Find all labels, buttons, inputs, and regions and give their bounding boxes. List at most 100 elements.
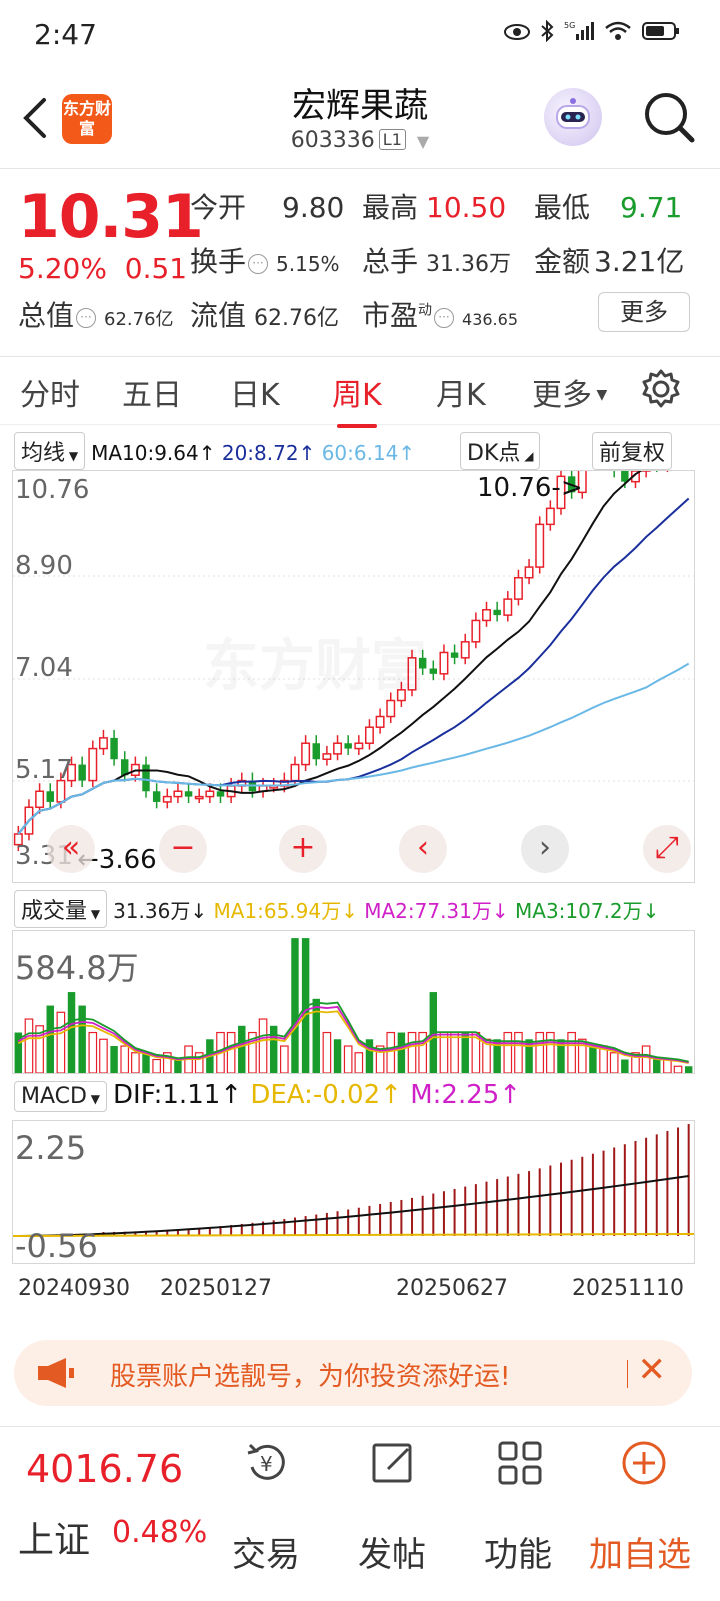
candle-body	[162, 795, 172, 803]
y-label: 7.04	[15, 653, 73, 683]
candle-body	[98, 737, 108, 750]
scroll-right-button[interactable]: ›	[521, 825, 569, 873]
volume-bar	[439, 1031, 449, 1073]
fullscreen-icon[interactable]: ⤢	[643, 825, 691, 873]
zoom-in-button[interactable]: +	[279, 825, 327, 873]
volume-bar	[514, 1031, 523, 1073]
volume-bar	[142, 1052, 150, 1073]
vol-ma1: MA1:65.94万↓	[213, 899, 358, 923]
y-label-top: 10.76	[15, 475, 90, 505]
volume-bar	[535, 1031, 545, 1073]
edit-icon[interactable]	[370, 1439, 414, 1483]
zoom-out-button[interactable]: −	[159, 825, 207, 873]
add-watchlist-button[interactable]: 加自选	[580, 1527, 700, 1576]
candle-body	[493, 609, 501, 616]
volume-bar	[567, 1031, 576, 1073]
y-label: 8.90	[15, 551, 73, 581]
stock-code-row[interactable]: 603336 L1 ▼	[0, 128, 720, 153]
candle-body	[386, 699, 396, 718]
search-icon[interactable]	[640, 88, 700, 148]
low-stat: 最低 9.71	[534, 191, 683, 224]
tab-weekly-k[interactable]: 周K	[332, 370, 382, 428]
candle-body	[429, 668, 438, 674]
index-change[interactable]: 0.48%	[112, 1515, 207, 1550]
macd-chart[interactable]: 2.25 -0.56	[12, 1120, 695, 1265]
index-value[interactable]: 4016.76	[26, 1447, 183, 1491]
dk-selector[interactable]: DK点 ◢	[460, 432, 546, 470]
candle-body	[535, 523, 545, 568]
plus-circle-icon[interactable]	[620, 1439, 666, 1485]
post-button[interactable]: 发帖	[332, 1527, 452, 1576]
gear-icon[interactable]	[640, 368, 682, 414]
volume-bar	[609, 1052, 619, 1073]
function-button[interactable]: 功能	[458, 1527, 578, 1576]
candle-body	[322, 753, 332, 760]
candle-body	[152, 791, 161, 802]
macd-legend: MACD ▼ DIF:1.11↑ DEA:-0.02↑ M:2.25↑	[14, 1080, 521, 1112]
volume-bar	[56, 1011, 66, 1073]
candle-body	[439, 651, 449, 675]
tab-intraday[interactable]: 分时	[20, 370, 80, 414]
candle-body	[621, 471, 629, 482]
candle-body	[524, 566, 534, 579]
mktcap-stat: 总值 ··· 62.76亿	[18, 299, 174, 332]
volume-bar	[291, 938, 299, 1073]
stock-name: 宏辉果蔬	[292, 86, 428, 126]
volume-bar	[641, 1045, 651, 1073]
macd-selector[interactable]: MACD ▼	[14, 1081, 107, 1112]
volume-bar	[238, 1025, 246, 1073]
volume-bar	[312, 998, 320, 1073]
vol-ma2: MA2:77.31万↓	[364, 899, 509, 923]
ma-selector[interactable]: 均线 ▼	[14, 432, 86, 470]
adjust-selector[interactable]: 前复权	[592, 432, 678, 470]
volume-bar	[322, 1031, 332, 1073]
scroll-left-fast-button[interactable]: «	[47, 825, 95, 873]
trade-button[interactable]: 交易	[206, 1527, 326, 1576]
volume-chart[interactable]: 584.8万	[12, 930, 695, 1074]
macd-dea: DEA:-0.02↑	[250, 1080, 402, 1110]
volume-selector[interactable]: 成交量 ▼	[14, 890, 108, 928]
ma10-value: MA10:9.64↑	[91, 441, 216, 465]
close-icon[interactable]: ✕	[638, 1350, 667, 1390]
svg-text:5G: 5G	[564, 21, 575, 30]
date-label: 20251110	[572, 1276, 684, 1301]
current-price: 10.31	[18, 182, 204, 252]
kline-chart[interactable]: 东方财富 10.76 8.90 7.04 5.17 3.31 10.76-> ←…	[12, 470, 695, 883]
candle-body	[375, 715, 385, 728]
date-label: 20250627	[396, 1276, 508, 1301]
vol-ma3: MA3:107.2万↓	[515, 899, 660, 923]
ma60-value: 60:6.14↑	[321, 441, 416, 465]
volume-bar	[333, 1039, 342, 1073]
tab-five-day[interactable]: 五日	[122, 370, 182, 414]
volume-bar	[343, 1045, 353, 1073]
candle-body	[312, 743, 320, 760]
promo-banner[interactable]: 股票账户选靓号，为你投资添好运! ✕	[14, 1340, 692, 1406]
float-stat: 流值 62.76亿	[190, 299, 339, 332]
info-icon[interactable]: ···	[434, 308, 455, 328]
macd-dif: DIF:1.11↑	[113, 1080, 243, 1110]
more-stats-button[interactable]: 更多	[598, 292, 690, 332]
info-icon[interactable]: ···	[248, 254, 269, 274]
trade-icon[interactable]: ¥	[244, 1439, 288, 1483]
tab-daily-k[interactable]: 日K	[230, 370, 280, 414]
volume-bar	[67, 992, 76, 1073]
candle-body	[88, 747, 98, 782]
scroll-left-button[interactable]: ‹	[399, 825, 447, 873]
date-label: 20250127	[160, 1276, 272, 1301]
y-label: 5.17	[15, 755, 73, 785]
battery-icon	[642, 21, 680, 46]
tab-monthly-k[interactable]: 月K	[436, 370, 486, 414]
assistant-robot-icon[interactable]	[544, 88, 602, 146]
eye-icon	[504, 22, 530, 46]
candle-body	[205, 790, 215, 798]
watermark: 东方财富	[203, 621, 427, 702]
volume-legend: 成交量 ▼ 31.36万↓ MA1:65.94万↓ MA2:77.31万↓ MA3…	[14, 890, 659, 928]
volume-bar	[663, 1058, 672, 1073]
grid-icon[interactable]	[496, 1439, 542, 1485]
caret-down-icon: ▼	[592, 387, 608, 403]
info-icon[interactable]: ···	[76, 308, 97, 328]
index-name[interactable]: 上证	[18, 1511, 90, 1563]
tab-more[interactable]: 更多 ▼	[532, 370, 607, 414]
macd-bottom-label: -0.56	[15, 1227, 98, 1265]
macd-m: M:2.25↑	[410, 1080, 522, 1110]
